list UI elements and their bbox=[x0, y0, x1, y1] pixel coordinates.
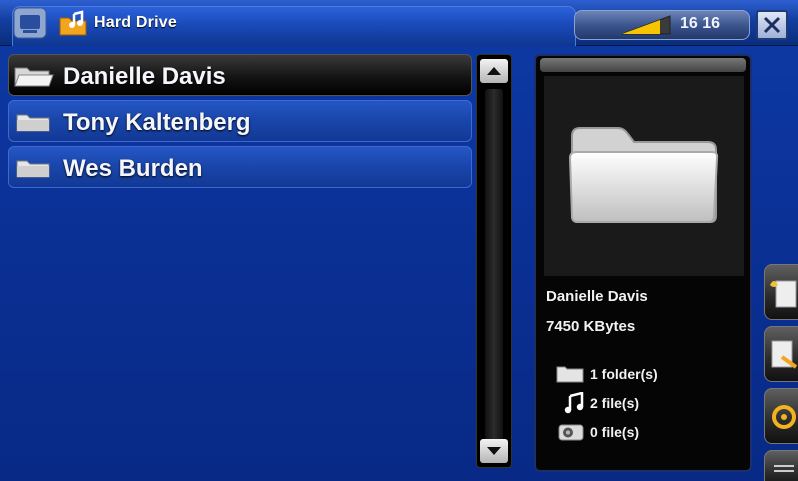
close-button[interactable] bbox=[756, 10, 788, 40]
scroll-up-button[interactable] bbox=[480, 59, 508, 83]
folder-open-icon bbox=[14, 67, 54, 87]
video-count-row: 0 file(s) bbox=[550, 420, 639, 444]
scroll-down-button[interactable] bbox=[480, 439, 508, 463]
info-panel-header bbox=[540, 58, 746, 72]
folder-icon bbox=[16, 114, 50, 132]
scroll-thumb[interactable] bbox=[485, 89, 503, 457]
info-panel: Danielle Davis 7450 KBytes 1 folder(s) 2… bbox=[534, 54, 752, 472]
add-bookmark-button[interactable] bbox=[764, 264, 798, 320]
menu-button[interactable] bbox=[764, 450, 798, 481]
music-note-icon bbox=[564, 392, 584, 414]
add-bookmark-icon bbox=[770, 280, 797, 308]
app-menu-icon[interactable] bbox=[12, 6, 48, 40]
list-item[interactable]: Tony Kaltenberg bbox=[8, 100, 472, 142]
folder-count-row: 1 folder(s) bbox=[550, 362, 658, 386]
folder-count: 1 folder(s) bbox=[590, 366, 658, 382]
large-folder-icon bbox=[568, 127, 719, 223]
window-title: Hard Drive bbox=[94, 14, 177, 31]
list-item[interactable]: Wes Burden bbox=[8, 146, 472, 188]
list-item-label: Wes Burden bbox=[63, 155, 203, 182]
edit-file-button[interactable] bbox=[764, 326, 798, 382]
close-icon bbox=[763, 16, 781, 34]
list-item[interactable]: Danielle Davis bbox=[8, 54, 472, 96]
arrow-up-icon bbox=[487, 67, 501, 75]
folder-icon bbox=[556, 366, 584, 383]
info-size: 7450 KBytes bbox=[546, 318, 636, 335]
scrollbar[interactable] bbox=[476, 54, 512, 468]
menu-icon bbox=[774, 465, 794, 472]
music-count-row: 2 file(s) bbox=[550, 391, 639, 415]
settings-icon bbox=[772, 405, 796, 429]
arrow-down-icon bbox=[487, 447, 501, 455]
video-file-count: 0 file(s) bbox=[590, 424, 640, 440]
info-name: Danielle Davis bbox=[546, 288, 648, 305]
battery-level-icon bbox=[621, 15, 671, 35]
video-icon bbox=[558, 424, 584, 441]
clock: 16 16 bbox=[680, 15, 721, 32]
screen: Hard Drive 16 16 Danielle Davis Tony Kal… bbox=[0, 0, 798, 481]
folder-preview bbox=[544, 76, 744, 276]
music-file-count: 2 file(s) bbox=[590, 395, 640, 411]
list-item-label: Tony Kaltenberg bbox=[63, 109, 251, 136]
file-list: Danielle Davis Tony Kaltenberg Wes Burde… bbox=[8, 54, 472, 192]
edit-file-icon bbox=[771, 340, 798, 369]
top-bar: Hard Drive 16 16 bbox=[0, 0, 798, 46]
settings-button[interactable] bbox=[764, 388, 798, 444]
list-item-label: Danielle Davis bbox=[63, 63, 226, 90]
folder-icon bbox=[16, 160, 50, 178]
music-folder-icon bbox=[59, 10, 87, 36]
